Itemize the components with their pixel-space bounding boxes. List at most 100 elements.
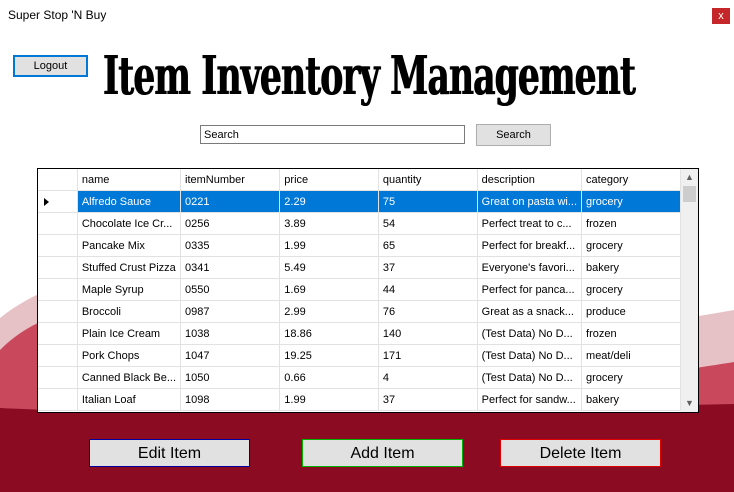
table-row[interactable]: Broccoli 0987 2.99 76 Great as a snack... pro… (38, 300, 681, 323)
row-header[interactable] (38, 322, 78, 345)
table-row[interactable]: Italian Loaf 1098 1.99 37 Perfect for sandw.… (38, 388, 681, 411)
table-cell-name[interactable]: Italian Loaf (77, 388, 182, 411)
table-cell-category[interactable]: meat/deli (581, 344, 681, 367)
table-cell-category[interactable]: frozen (581, 322, 681, 345)
edit-item-button[interactable]: Edit Item (89, 439, 250, 467)
table-cell-price[interactable]: 1.69 (279, 278, 379, 301)
row-header[interactable] (38, 344, 78, 367)
table-cell-category[interactable]: bakery (581, 388, 681, 411)
delete-item-button[interactable]: Delete Item (500, 439, 661, 467)
table-cell-category[interactable]: frozen (581, 212, 681, 235)
row-header[interactable] (38, 190, 78, 213)
table-cell-itemnumber[interactable]: 1098 (180, 388, 281, 411)
table-cell-name[interactable]: Broccoli (77, 300, 182, 323)
inventory-grid[interactable]: name itemNumber price quantity descripti… (37, 168, 699, 413)
column-header-name[interactable]: name (77, 169, 182, 191)
column-header-category[interactable]: category (581, 169, 681, 191)
table-cell-description[interactable]: (Test Data) No D... (477, 344, 583, 367)
table-cell-description[interactable]: (Test Data) No D... (477, 366, 583, 389)
table-cell-category[interactable]: grocery (581, 278, 681, 301)
table-cell-itemnumber[interactable]: 0341 (180, 256, 281, 279)
table-cell-price[interactable]: 18.86 (279, 322, 379, 345)
table-cell-price[interactable]: 19.25 (279, 344, 379, 367)
row-header[interactable] (38, 388, 78, 411)
table-cell-name[interactable]: Plain Ice Cream (77, 322, 182, 345)
table-cell-description[interactable]: Perfect for breakf... (477, 234, 583, 257)
table-cell-quantity[interactable]: 37 (378, 388, 478, 411)
table-row[interactable]: Canned Black Be... 1050 0.66 4 (Test Data) N… (38, 366, 681, 389)
table-cell-description[interactable]: Perfect for panca... (477, 278, 583, 301)
row-header[interactable] (38, 256, 78, 279)
table-cell-quantity[interactable]: 44 (378, 278, 478, 301)
table-cell-description[interactable]: Perfect for sandw... (477, 388, 583, 411)
column-header-itemnumber[interactable]: itemNumber (180, 169, 281, 191)
table-cell-category[interactable]: grocery (581, 190, 681, 213)
table-cell-category[interactable]: grocery (581, 366, 681, 389)
table-cell-quantity[interactable]: 4 (378, 366, 478, 389)
table-row[interactable]: Pancake Mix 0335 1.99 65 Perfect for breakf.… (38, 234, 681, 257)
close-button[interactable]: x (712, 8, 730, 24)
table-cell-quantity[interactable]: 65 (378, 234, 478, 257)
table-row[interactable]: Alfredo Sauce 0221 2.29 75 Great on pasta wi… (38, 190, 681, 213)
table-cell-quantity[interactable]: 140 (378, 322, 478, 345)
row-header[interactable] (38, 300, 78, 323)
table-cell-quantity[interactable]: 37 (378, 256, 478, 279)
table-cell-category[interactable]: produce (581, 300, 681, 323)
search-input[interactable] (200, 125, 465, 144)
table-cell-name[interactable]: Maple Syrup (77, 278, 182, 301)
table-cell-price[interactable]: 1.99 (279, 234, 379, 257)
table-cell-itemnumber[interactable]: 1050 (180, 366, 281, 389)
table-cell-category[interactable]: bakery (581, 256, 681, 279)
search-button[interactable]: Search (476, 124, 551, 146)
table-cell-itemnumber[interactable]: 0987 (180, 300, 281, 323)
table-cell-itemnumber[interactable]: 0335 (180, 234, 281, 257)
table-row[interactable]: Plain Ice Cream 1038 18.86 140 (Test Data) N… (38, 322, 681, 345)
table-cell-price[interactable]: 0.66 (279, 366, 379, 389)
row-header[interactable] (38, 234, 78, 257)
add-item-button[interactable]: Add Item (302, 439, 463, 467)
vertical-scrollbar[interactable]: ▲ ▼ (681, 169, 698, 412)
table-row[interactable]: Pork Chops 1047 19.25 171 (Test Data) No D..… (38, 344, 681, 367)
table-cell-quantity[interactable]: 76 (378, 300, 478, 323)
row-header[interactable] (38, 366, 78, 389)
table-cell-name[interactable]: Pancake Mix (77, 234, 182, 257)
table-cell-name[interactable]: Chocolate Ice Cr... (77, 212, 182, 235)
table-cell-category[interactable]: grocery (581, 234, 681, 257)
column-header-description[interactable]: description (477, 169, 583, 191)
scroll-up-icon[interactable]: ▲ (681, 169, 698, 186)
table-row[interactable]: Chocolate Ice Cr... 0256 3.89 54 Perfect tre… (38, 212, 681, 235)
table-cell-price[interactable]: 2.99 (279, 300, 379, 323)
table-cell-quantity[interactable]: 75 (378, 190, 478, 213)
table-cell-description[interactable]: Perfect treat to c... (477, 212, 583, 235)
header-row: name itemNumber price quantity descripti… (38, 169, 681, 191)
table-cell-price[interactable]: 5.49 (279, 256, 379, 279)
page-title: Item Inventory Management (102, 44, 636, 107)
table-cell-quantity[interactable]: 171 (378, 344, 478, 367)
table-row[interactable]: Stuffed Crust Pizza 0341 5.49 37 Everyone's … (38, 256, 681, 279)
scroll-thumb[interactable] (683, 186, 696, 202)
row-header[interactable] (38, 278, 78, 301)
row-header[interactable] (38, 212, 78, 235)
table-row[interactable]: Maple Syrup 0550 1.69 44 Perfect for panca..… (38, 278, 681, 301)
column-header-price[interactable]: price (279, 169, 379, 191)
table-cell-itemnumber[interactable]: 1047 (180, 344, 281, 367)
table-cell-price[interactable]: 2.29 (279, 190, 379, 213)
table-cell-description[interactable]: Great on pasta wi... (477, 190, 583, 213)
table-cell-name[interactable]: Canned Black Be... (77, 366, 182, 389)
column-header-quantity[interactable]: quantity (378, 169, 478, 191)
table-cell-name[interactable]: Pork Chops (77, 344, 182, 367)
table-cell-itemnumber[interactable]: 0221 (180, 190, 281, 213)
table-cell-price[interactable]: 3.89 (279, 212, 379, 235)
table-cell-name[interactable]: Alfredo Sauce (77, 190, 182, 213)
table-cell-description[interactable]: Great as a snack... (477, 300, 583, 323)
table-cell-itemnumber[interactable]: 1038 (180, 322, 281, 345)
table-cell-description[interactable]: (Test Data) No D... (477, 322, 583, 345)
table-cell-name[interactable]: Stuffed Crust Pizza (77, 256, 182, 279)
inventory-table: name itemNumber price quantity descripti… (38, 169, 681, 411)
table-cell-itemnumber[interactable]: 0256 (180, 212, 281, 235)
table-cell-quantity[interactable]: 54 (378, 212, 478, 235)
table-cell-description[interactable]: Everyone's favori... (477, 256, 583, 279)
table-cell-itemnumber[interactable]: 0550 (180, 278, 281, 301)
scroll-down-icon[interactable]: ▼ (681, 395, 698, 412)
table-cell-price[interactable]: 1.99 (279, 388, 379, 411)
